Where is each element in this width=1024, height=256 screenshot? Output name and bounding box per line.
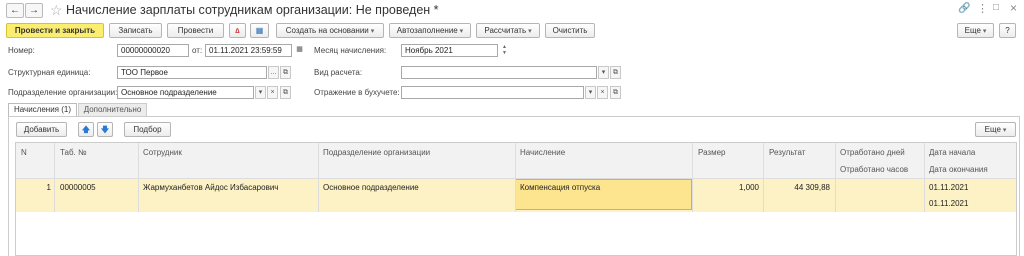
unit-field[interactable]: ТОО Первое bbox=[117, 66, 267, 79]
cell-result: 44 309,88 bbox=[794, 183, 830, 192]
tab-additional[interactable]: Дополнительно bbox=[78, 103, 147, 116]
cell-end: 01.11.2021 bbox=[929, 199, 969, 208]
clear-button[interactable]: Очистить bbox=[545, 23, 595, 38]
calc-type-field[interactable] bbox=[401, 66, 597, 79]
post-and-close-button[interactable]: Провести и закрыть bbox=[6, 23, 104, 38]
col-header-dept[interactable]: Подразделение организации bbox=[323, 148, 430, 157]
cell-employee: Жармуханбетов Айдос Избасарович bbox=[143, 183, 279, 192]
number-field[interactable]: 00000000020 bbox=[117, 44, 189, 57]
unit-open-icon[interactable]: ⧉ bbox=[280, 66, 291, 79]
col-header-size[interactable]: Размер bbox=[698, 148, 726, 157]
close-icon[interactable]: × bbox=[1010, 1, 1017, 15]
col-header-days[interactable]: Отработано дней bbox=[840, 148, 905, 157]
number-label: Номер: bbox=[8, 46, 35, 55]
data-table: N Таб. № Сотрудник Подразделение организ… bbox=[15, 142, 1017, 256]
post-button[interactable]: Провести bbox=[167, 23, 224, 38]
report-icon: ▦ bbox=[255, 26, 264, 35]
arrow-right-icon: → bbox=[29, 5, 39, 16]
col-header-employee[interactable]: Сотрудник bbox=[143, 148, 182, 157]
calc-type-label: Вид расчета: bbox=[314, 68, 363, 77]
col-header-hours[interactable]: Отработано часов bbox=[840, 165, 908, 174]
month-label: Месяц начисления: bbox=[314, 46, 387, 55]
window-title: Начисление зарплаты сотрудникам организа… bbox=[66, 3, 439, 17]
arrow-down-icon: 🡇 bbox=[100, 125, 110, 134]
dt-kt-icon: ∆ bbox=[235, 28, 240, 35]
calendar-icon[interactable]: ▦ bbox=[294, 44, 305, 57]
nav-back-button[interactable]: ← bbox=[6, 3, 24, 18]
accounting-dropdown[interactable]: ▾ bbox=[585, 86, 596, 99]
help-button[interactable]: ? bbox=[999, 23, 1016, 38]
col-header-tab[interactable]: Таб. № bbox=[60, 148, 87, 157]
accounting-open-icon[interactable]: ⧉ bbox=[610, 86, 621, 99]
nav-forward-button[interactable]: → bbox=[25, 3, 43, 18]
calc-type-dropdown[interactable]: ▾ bbox=[598, 66, 609, 79]
autofill-button[interactable]: Автозаполнение bbox=[389, 23, 471, 38]
unit-select-button[interactable]: ... bbox=[268, 66, 279, 79]
col-header-accrual[interactable]: Начисление bbox=[520, 148, 565, 157]
cell-size: 1,000 bbox=[738, 183, 759, 192]
dept-open-icon[interactable]: ⧉ bbox=[280, 86, 291, 99]
arrow-left-icon: ← bbox=[10, 5, 20, 16]
table-more-button[interactable]: Еще bbox=[975, 122, 1016, 137]
move-down-button[interactable]: 🡇 bbox=[97, 122, 113, 137]
col-header-start[interactable]: Дата начала bbox=[929, 148, 975, 157]
col-header-result[interactable]: Результат bbox=[769, 148, 805, 157]
unit-label: Структурная единица: bbox=[8, 68, 91, 77]
more-button[interactable]: Еще bbox=[957, 23, 994, 38]
cell-tab: 00000005 bbox=[60, 183, 96, 192]
save-button[interactable]: Записать bbox=[109, 23, 162, 38]
report-button[interactable]: ▦ bbox=[250, 23, 269, 38]
dt-kt-button[interactable]: ∆ bbox=[229, 23, 246, 38]
calculate-button[interactable]: Рассчитать bbox=[476, 23, 540, 38]
add-button[interactable]: Добавить bbox=[16, 122, 67, 137]
calc-type-open-icon[interactable]: ⧉ bbox=[610, 66, 621, 79]
date-field[interactable]: 01.11.2021 23:59:59 bbox=[205, 44, 292, 57]
tab-additional-label: Дополнительно bbox=[83, 105, 142, 114]
accounting-label: Отражение в бухучете: bbox=[314, 88, 400, 97]
accounting-field[interactable] bbox=[401, 86, 584, 99]
tab-accruals-label: Начисления (1) bbox=[13, 105, 72, 114]
selection-button[interactable]: Подбор bbox=[124, 122, 171, 137]
cell-n: 1 bbox=[46, 183, 51, 192]
maximize-icon[interactable]: □ bbox=[993, 2, 999, 13]
month-field[interactable]: Ноябрь 2021 bbox=[401, 44, 498, 57]
dept-field[interactable]: Основное подразделение bbox=[117, 86, 254, 99]
tab-accruals[interactable]: Начисления (1) bbox=[8, 103, 77, 117]
cell-accrual: Компенсация отпуска bbox=[520, 183, 601, 192]
cell-dept: Основное подразделение bbox=[323, 183, 419, 192]
col-header-n[interactable]: N bbox=[21, 148, 27, 157]
move-up-button[interactable]: 🡅 bbox=[78, 122, 94, 137]
dept-label: Подразделение организации: bbox=[8, 88, 118, 97]
accounting-clear-icon[interactable]: × bbox=[597, 86, 608, 99]
cell-start: 01.11.2021 bbox=[929, 183, 969, 192]
more-vert-icon[interactable]: ⋮ bbox=[977, 2, 988, 15]
month-stepper[interactable]: ▲ ▼ bbox=[500, 44, 509, 57]
dept-clear-icon[interactable]: × bbox=[267, 86, 278, 99]
dept-dropdown[interactable]: ▾ bbox=[255, 86, 266, 99]
favorite-star-icon[interactable]: ☆ bbox=[50, 2, 63, 19]
arrow-up-icon: 🡅 bbox=[81, 125, 91, 134]
col-header-end[interactable]: Дата окончания bbox=[929, 165, 988, 174]
link-icon[interactable]: 🔗 bbox=[958, 3, 970, 14]
create-based-on-button[interactable]: Создать на основании bbox=[276, 23, 384, 38]
date-from-label: от: bbox=[192, 46, 203, 55]
